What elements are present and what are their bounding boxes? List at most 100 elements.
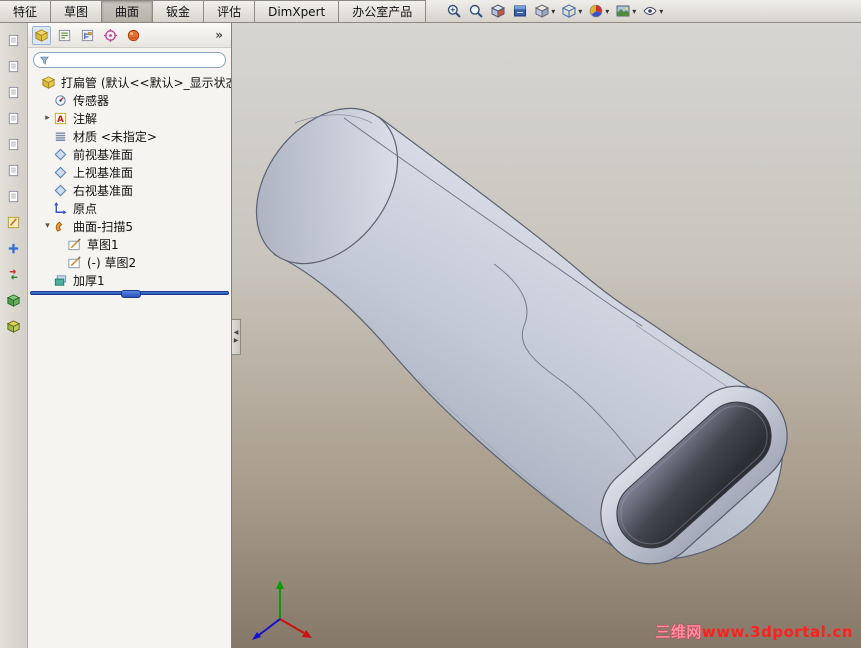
yellow-cube-button[interactable] — [4, 317, 24, 335]
sketch-icon — [67, 255, 82, 270]
tab-sketch[interactable]: 草图 — [50, 0, 103, 22]
tree-expander-icon[interactable]: ▾ — [42, 221, 53, 231]
display-manager-icon — [126, 28, 141, 43]
configuration-manager-icon — [80, 28, 95, 43]
tree-item-origin[interactable]: 原点 — [28, 199, 231, 217]
watermark-prefix: 三维网 — [655, 623, 702, 641]
tree-item-part-root[interactable]: 打扁管 (默认<<默认>_显示状态 — [28, 73, 231, 91]
tab-features[interactable]: 特征 — [0, 0, 52, 22]
tree-item-surface-sweep5[interactable]: ▾ 曲面-扫描5 — [28, 217, 231, 235]
display-style-icon — [534, 3, 550, 19]
green-cube-button[interactable] — [4, 291, 24, 309]
feature-manager-tab[interactable] — [32, 25, 51, 45]
material-icon — [53, 129, 68, 144]
add-new-button[interactable] — [4, 239, 24, 257]
section-view-icon — [490, 3, 506, 19]
rebuild-arrows-icon — [6, 267, 21, 282]
tree-item-top-plane[interactable]: 上视基准面 — [28, 163, 231, 181]
panel-splitter[interactable]: ◀ ▶ — [232, 319, 241, 355]
tree-item-label: 曲面-扫描5 — [73, 219, 133, 234]
tree-expander-icon[interactable]: ▸ — [42, 113, 53, 123]
dropdown-caret-icon[interactable]: ▾ — [551, 7, 555, 16]
origin-icon — [53, 201, 68, 216]
manager-overflow-button[interactable]: » — [211, 28, 227, 42]
tab-surfaces[interactable]: 曲面 — [101, 0, 154, 22]
rollback-bar[interactable] — [30, 290, 229, 298]
thicken-icon — [53, 273, 68, 288]
tree-item-label: 注解 — [73, 111, 98, 126]
display-manager-tab[interactable] — [124, 26, 143, 45]
rebuild-arrows-button[interactable] — [4, 265, 24, 283]
zoom-fit-button[interactable] — [466, 1, 486, 22]
svg-text:A: A — [57, 114, 64, 124]
plane-icon — [53, 183, 68, 198]
plane-icon — [53, 165, 68, 180]
feature-manager-panel: » 打扁管 (默认<<默认>_显示状态 传感器 ▸ A 注解 材质 <未指定> 前视基准面上… — [28, 23, 232, 648]
tab-dimxpert[interactable]: DimXpert — [254, 0, 340, 22]
collapse-left-icon: ◀ — [233, 329, 239, 336]
pencil-edit-button[interactable] — [4, 213, 24, 231]
section-view-button[interactable] — [488, 1, 508, 22]
dropdown-caret-icon[interactable]: ▾ — [632, 7, 636, 16]
display-style-button[interactable]: ▾ — [532, 1, 557, 22]
dimxpert-manager-tab[interactable] — [101, 26, 120, 45]
tree-item-label: 前视基准面 — [73, 147, 134, 162]
solidworks-window: 特征 草图 曲面 钣金 评估 DimXpert 办公室产品 ▾ ▾ ▾ ▾ ▾ » 打扁管 (默认<… — [0, 0, 861, 648]
document-icon — [6, 189, 21, 204]
document-button[interactable] — [4, 161, 24, 179]
document-button[interactable] — [4, 83, 24, 101]
tab-sheet-metal[interactable]: 钣金 — [152, 0, 205, 22]
dimxpert-manager-icon — [103, 28, 118, 43]
part-icon — [41, 75, 56, 90]
zoom-fit-icon — [468, 3, 484, 19]
dropdown-caret-icon[interactable]: ▾ — [578, 7, 582, 16]
tree-item-thicken1[interactable]: 加厚1 — [28, 271, 231, 289]
feature-filter-box[interactable] — [33, 52, 226, 68]
sketch-icon — [67, 237, 82, 252]
tree-item-label: 原点 — [73, 201, 98, 216]
document-icon — [6, 59, 21, 74]
tab-evaluate[interactable]: 评估 — [203, 0, 256, 22]
tree-item-sketch2[interactable]: (-) 草图2 — [28, 253, 231, 271]
configuration-manager-tab[interactable] — [78, 26, 97, 45]
tree-item-annotations[interactable]: ▸ A 注解 — [28, 109, 231, 127]
green-cube-icon — [6, 293, 21, 308]
view-orientation-button[interactable] — [510, 1, 530, 22]
yellow-cube-icon — [6, 319, 21, 334]
dropdown-caret-icon[interactable]: ▾ — [659, 7, 663, 16]
tree-item-label: 右视基准面 — [73, 183, 134, 198]
tree-item-label: 打扁管 (默认<<默认>_显示状态 — [61, 75, 231, 90]
feature-tree: 打扁管 (默认<<默认>_显示状态 传感器 ▸ A 注解 材质 <未指定> 前视基准面 上视基… — [28, 71, 231, 298]
tab-office-products[interactable]: 办公室产品 — [338, 0, 427, 22]
apply-scene-button[interactable]: ▾ — [613, 1, 638, 22]
filter-funnel-icon — [39, 56, 50, 65]
view-settings-button[interactable]: ▾ — [640, 1, 665, 22]
document-icon — [6, 163, 21, 178]
surface-sweep-icon — [53, 219, 68, 234]
add-new-icon — [6, 241, 21, 256]
document-button[interactable] — [4, 135, 24, 153]
command-tabs: 特征 草图 曲面 钣金 评估 DimXpert 办公室产品 — [0, 0, 427, 22]
document-button[interactable] — [4, 187, 24, 205]
zoom-window-button[interactable] — [444, 1, 464, 22]
edit-appearance-button[interactable]: ▾ — [586, 1, 611, 22]
hide-show-items-button[interactable]: ▾ — [559, 1, 584, 22]
tree-item-right-plane[interactable]: 右视基准面 — [28, 181, 231, 199]
document-icon — [6, 137, 21, 152]
document-button[interactable] — [4, 57, 24, 75]
dropdown-caret-icon[interactable]: ▾ — [605, 7, 609, 16]
tree-item-material[interactable]: 材质 <未指定> — [28, 127, 231, 145]
tree-item-sketch1[interactable]: 草图1 — [28, 235, 231, 253]
document-button[interactable] — [4, 109, 24, 127]
tree-item-front-plane[interactable]: 前视基准面 — [28, 145, 231, 163]
property-manager-tab[interactable] — [55, 26, 74, 45]
tree-item-sensors[interactable]: 传感器 — [28, 91, 231, 109]
document-button[interactable] — [4, 31, 24, 49]
graphics-area[interactable]: ◀ ▶ 三维网www.3dportal.cn — [232, 23, 861, 648]
part-model[interactable] — [232, 23, 861, 648]
side-toolbar — [0, 23, 28, 648]
feature-filter-input[interactable] — [53, 53, 220, 67]
view-settings-icon — [642, 3, 658, 19]
feature-manager-icon — [34, 28, 49, 43]
expand-right-icon: ▶ — [233, 337, 239, 344]
